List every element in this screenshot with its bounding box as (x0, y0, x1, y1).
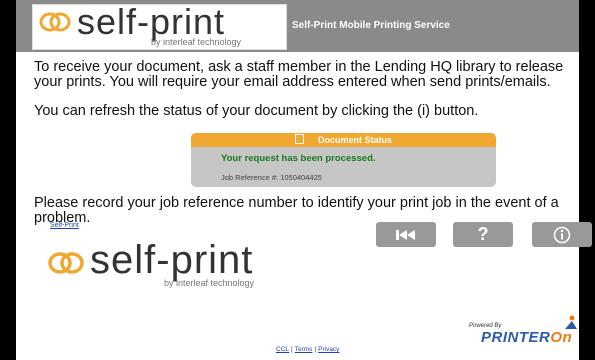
document-icon (294, 134, 304, 144)
footer-separator: | (291, 346, 293, 353)
logo-wordmark: self-print (77, 1, 226, 42)
logo-subtitle: by interleaf technology (151, 37, 242, 47)
instructions-paragraph: To receive your document, ask a staff me… (34, 59, 564, 90)
ccl-link[interactable]: CCL (276, 346, 289, 353)
status-message: Your request has been processed. (221, 153, 376, 164)
skip-to-first-icon (396, 229, 415, 240)
footer-links: CCL | Terms | Privacy (276, 346, 339, 353)
logo-wordmark: self-print (90, 238, 254, 282)
status-header: Document Status (191, 133, 496, 147)
header-title: Self-Print Mobile Printing Service (292, 20, 450, 31)
info-icon (553, 226, 571, 243)
self-print-logo: self-print by interleaf technology (32, 1, 287, 50)
rings-logo-icon (39, 12, 71, 32)
self-print-link[interactable]: Self-Print (50, 222, 79, 229)
printeron-brand-on: On (550, 329, 573, 346)
refresh-info-paragraph: You can refresh the status of your docum… (34, 103, 479, 119)
first-button[interactable] (376, 222, 436, 247)
info-button[interactable] (532, 222, 592, 247)
help-button[interactable]: ? (453, 222, 513, 247)
status-title: Document Status (317, 135, 392, 145)
powered-by-printeron: Powered By PRINTEROn (469, 315, 579, 348)
terms-link[interactable]: Terms (295, 346, 313, 353)
privacy-link[interactable]: Privacy (318, 346, 339, 353)
job-reference: Job Reference #: 1050404425 (221, 173, 322, 182)
header-bar: self-print by interleaf technology Self-… (16, 0, 579, 52)
self-print-logo-large: self-print by interleaf technology (46, 240, 306, 290)
footer-separator: | (314, 346, 317, 353)
printeron-brand: PRINTER (481, 329, 551, 346)
printer-figure-icon (565, 315, 577, 329)
page-frame: self-print by interleaf technology Self-… (16, 0, 592, 360)
rings-logo-icon (48, 252, 84, 274)
document-status-panel: Document Status Your request has been pr… (191, 133, 496, 187)
printeron-logo: PRINTEROn (481, 329, 572, 346)
logo-subtitle: by interleaf technology (164, 278, 255, 288)
